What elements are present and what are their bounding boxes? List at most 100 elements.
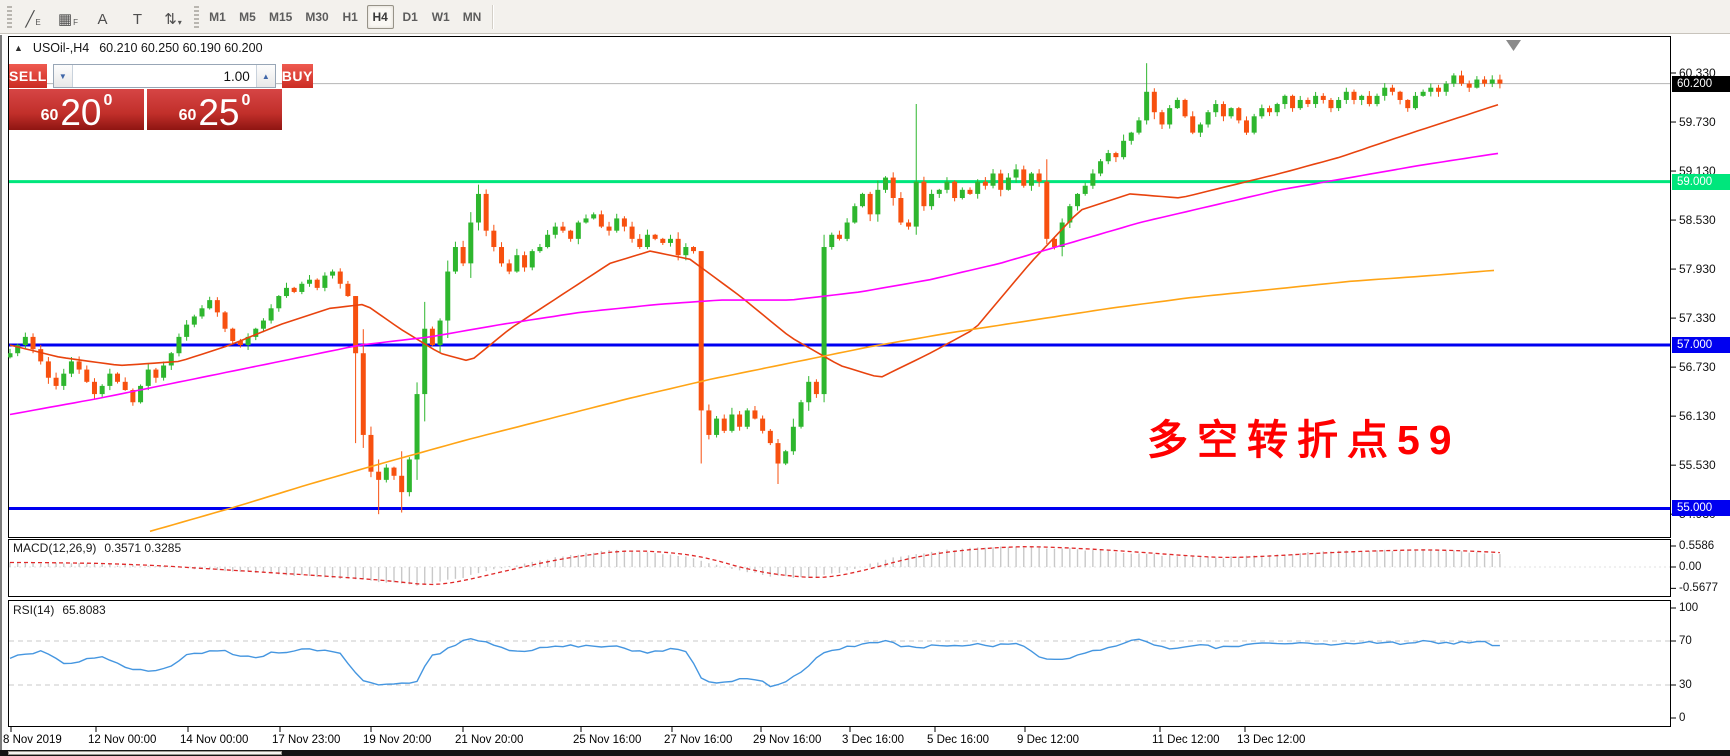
- symbol-info-bar: ▲ USOil-,H4 60.210 60.250 60.190 60.200: [14, 41, 263, 55]
- candle-body: [115, 374, 120, 382]
- timeframe-w1[interactable]: W1: [427, 5, 455, 29]
- macd-name: MACD(12,26,9): [13, 541, 96, 555]
- time-axis-label: 3 Dec 16:00: [842, 734, 904, 746]
- candle-body: [1098, 161, 1103, 173]
- fibonacci-grid-icon[interactable]: ▦F: [52, 4, 84, 30]
- candle-body: [530, 251, 535, 267]
- timeframe-m1[interactable]: M1: [204, 5, 231, 29]
- candle-body: [722, 419, 727, 431]
- candle-body: [1106, 153, 1111, 161]
- candle-body: [100, 386, 105, 394]
- time-axis-label: 14 Nov 00:00: [180, 734, 248, 746]
- candle-body: [69, 361, 74, 373]
- price-tick-label: 56.730: [1679, 360, 1716, 374]
- candle-body: [1113, 153, 1118, 157]
- candle-body: [584, 218, 589, 222]
- candle-body: [568, 231, 573, 239]
- time-axis-label: 9 Dec 12:00: [1017, 734, 1079, 746]
- timeframe-m5[interactable]: M5: [234, 5, 261, 29]
- timeframe-m15[interactable]: M15: [264, 5, 297, 29]
- candle-body: [699, 251, 704, 410]
- toolbar-grip-2[interactable]: [194, 6, 199, 28]
- candle-body: [668, 239, 673, 243]
- candle-body: [1459, 75, 1464, 83]
- candle-body: [284, 288, 289, 296]
- buy-price-button[interactable]: 60 25 0: [147, 89, 282, 130]
- bottom-window-fragment: [8, 751, 282, 755]
- candle-body: [1405, 100, 1410, 108]
- candle-body: [676, 239, 681, 255]
- candle-body: [1259, 108, 1264, 116]
- volume-decrease-button[interactable]: ▼: [54, 65, 73, 87]
- timeframe-h4[interactable]: H4: [367, 5, 394, 29]
- timeframe-d1[interactable]: D1: [397, 5, 424, 29]
- candle-body: [852, 206, 857, 222]
- candle-body: [322, 276, 327, 288]
- text-box-icon[interactable]: T: [122, 4, 154, 30]
- candle-body: [875, 190, 880, 215]
- rsi-value: 65.8083: [62, 603, 105, 617]
- symbol-name: USOil-,H4: [33, 41, 89, 55]
- candle-body: [207, 300, 212, 308]
- candle-body: [1336, 100, 1341, 108]
- volume-increase-button[interactable]: ▲: [256, 65, 275, 87]
- sell-button[interactable]: SELL: [9, 64, 47, 88]
- time-axis-label: 19 Nov 20:00: [363, 734, 431, 746]
- candle-body: [184, 325, 189, 337]
- candle-body: [338, 272, 343, 284]
- timeframe-group: M1M5M15M30H1H4D1W1MN: [204, 5, 486, 29]
- candle-body: [1167, 108, 1172, 124]
- volume-input[interactable]: [73, 65, 256, 87]
- sell-price-button[interactable]: 60 20 0: [9, 89, 144, 130]
- candle-body: [1275, 104, 1280, 112]
- candle-body: [54, 378, 59, 386]
- candle-body: [445, 272, 450, 321]
- candle-body: [691, 247, 696, 251]
- drawing-tools-group: ╱E▦FAT⇅▾: [17, 4, 189, 30]
- macd-values: 0.3571 0.3285: [104, 541, 181, 555]
- timeframe-mn[interactable]: MN: [458, 5, 487, 29]
- candle-body: [1152, 92, 1157, 112]
- candle-body: [653, 235, 658, 239]
- candle-body: [760, 419, 765, 431]
- candle-body: [461, 247, 466, 263]
- candle-body: [968, 190, 973, 194]
- buy-button[interactable]: BUY: [282, 64, 313, 88]
- candle-body: [814, 382, 819, 394]
- candle-body: [1183, 100, 1188, 116]
- bottom-window-edge: [0, 750, 1730, 756]
- candle-body: [192, 316, 197, 324]
- candle-body: [776, 443, 781, 463]
- candle-body: [1006, 178, 1011, 190]
- candle-body: [622, 218, 627, 226]
- arrows-icon[interactable]: ⇅▾: [157, 4, 189, 30]
- candle-body: [752, 410, 757, 418]
- toolbar-grip[interactable]: [7, 6, 12, 28]
- collapse-arrow-icon[interactable]: ▲: [14, 43, 23, 53]
- rsi-axis-label: 0: [1679, 712, 1685, 725]
- candle-body: [261, 321, 266, 329]
- candle-body: [607, 227, 612, 231]
- candle-body: [914, 182, 919, 227]
- price-tick-label: 57.330: [1679, 311, 1716, 325]
- candle-body: [1244, 120, 1249, 132]
- price-tick-label: 57.930: [1679, 262, 1716, 276]
- timeframe-m30[interactable]: M30: [300, 5, 333, 29]
- candle-body: [46, 361, 51, 377]
- candle-body: [791, 427, 796, 452]
- price-tick-label: 59.730: [1679, 115, 1716, 129]
- price-box-57.000: 57.000: [1672, 337, 1730, 353]
- candle-body: [868, 194, 873, 214]
- buy-price-sup: 0: [242, 93, 251, 109]
- chart-text-annotation[interactable]: 多空转折点59: [1147, 406, 1461, 466]
- equidistant-channel-icon[interactable]: ╱E: [17, 4, 49, 30]
- timeframe-h1[interactable]: H1: [337, 5, 364, 29]
- macd-axis-label: -0.5677: [1679, 582, 1718, 595]
- candle-body: [1474, 80, 1479, 88]
- text-label-icon[interactable]: A: [87, 4, 119, 30]
- price-tick-label: 58.530: [1679, 213, 1716, 227]
- candle-body: [507, 263, 512, 271]
- macd-label: MACD(12,26,9) 0.3571 0.3285: [13, 541, 181, 555]
- candle-body: [1075, 194, 1080, 206]
- rsi-axis-label: 100: [1679, 602, 1698, 615]
